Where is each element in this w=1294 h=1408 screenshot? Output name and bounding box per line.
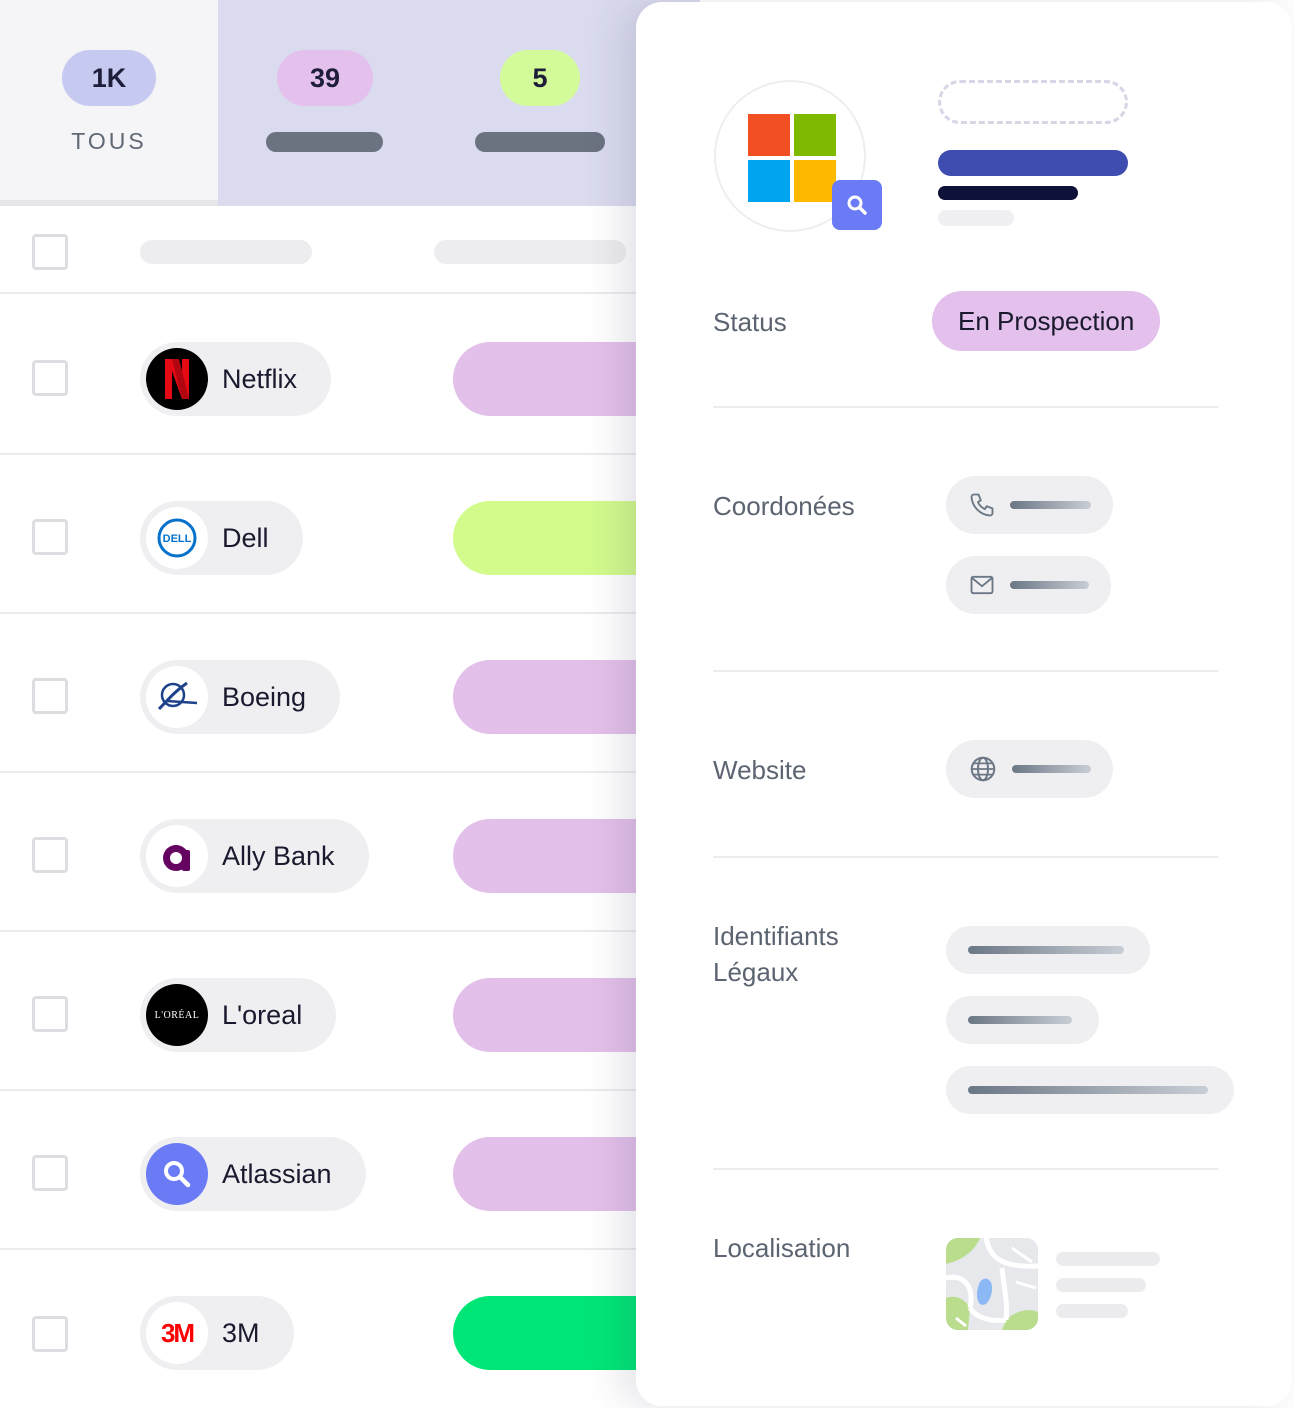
company-detail-panel: Status En Prospection Coordonées Website… [636, 2, 1292, 1406]
table-row[interactable]: Netflix [0, 296, 713, 455]
row-checkbox[interactable] [32, 996, 68, 1032]
ally-logo-icon [146, 825, 208, 887]
phone-icon [970, 493, 994, 517]
tab-3-count[interactable]: 5 [500, 50, 580, 106]
table-row[interactable]: 3M 3M [0, 1250, 713, 1408]
loreal-logo-text: L'ORÉAL [154, 1009, 200, 1021]
company-chip[interactable]: Boeing [140, 660, 341, 734]
svg-text:DELL: DELL [163, 533, 192, 545]
company-chip[interactable]: DELL Dell [140, 501, 303, 575]
company-chip[interactable]: L'ORÉAL L'oreal [140, 978, 337, 1052]
tag-placeholder[interactable] [938, 80, 1128, 124]
email-value-placeholder [1010, 581, 1089, 589]
select-all-checkbox[interactable] [32, 234, 68, 270]
tab-all-label: TOUS [71, 128, 147, 154]
row-checkbox[interactable] [32, 678, 68, 714]
column-header-placeholder [434, 240, 626, 264]
globe-icon [970, 756, 996, 782]
mail-icon [970, 575, 994, 595]
company-subtitle-placeholder [938, 186, 1078, 200]
legal-id-field[interactable] [946, 1066, 1234, 1114]
divider [713, 406, 1218, 408]
table-row[interactable]: Ally Bank [0, 773, 713, 932]
row-checkbox[interactable] [32, 360, 68, 396]
map-icon[interactable] [946, 1238, 1038, 1330]
divider [713, 670, 1218, 672]
3m-logo-icon: 3M [146, 1302, 208, 1364]
company-name: Ally Bank [222, 840, 335, 871]
boeing-logo-icon [146, 666, 208, 728]
row-checkbox[interactable] [32, 837, 68, 873]
crm-view: 1K TOUS 39 5 Netflix DELL Dell Boeing Al… [0, 0, 1294, 1408]
table-row[interactable]: Boeing [0, 614, 713, 773]
address-line-placeholder [1056, 1278, 1146, 1292]
column-header-placeholder [140, 240, 312, 264]
legal-id-value-placeholder [968, 1016, 1072, 1024]
phone-field[interactable] [946, 476, 1113, 534]
legal-ids-label-line-1: Identifiants [713, 921, 839, 951]
website-field[interactable] [946, 740, 1113, 798]
company-name: Dell [222, 522, 269, 553]
table-header [0, 206, 700, 294]
row-checkbox[interactable] [32, 1316, 68, 1352]
legal-ids-label-line-2: Légaux [713, 957, 799, 987]
contact-label: Coordonées [713, 491, 855, 521]
row-checkbox[interactable] [32, 1155, 68, 1191]
search-icon[interactable] [832, 180, 882, 230]
legal-id-value-placeholder [968, 946, 1124, 954]
table-row[interactable]: DELL Dell [0, 455, 713, 614]
location-label: Localisation [713, 1233, 851, 1263]
email-field[interactable] [946, 556, 1111, 614]
company-chip[interactable]: 3M 3M [140, 1296, 294, 1370]
website-label: Website [713, 755, 807, 785]
company-list: 1K TOUS 39 5 Netflix DELL Dell Boeing Al… [0, 0, 713, 1408]
tab-all-count: 1K [62, 50, 156, 106]
microsoft-logo-icon [748, 114, 836, 202]
netflix-logo-icon [146, 348, 208, 410]
3m-logo-text: 3M [160, 1317, 195, 1348]
loreal-logo-icon: L'ORÉAL [146, 984, 208, 1046]
phone-value-placeholder [1010, 501, 1091, 509]
legal-ids-label: Identifiants Légaux [713, 918, 839, 990]
row-checkbox[interactable] [32, 519, 68, 555]
website-value-placeholder [1012, 765, 1091, 773]
tab-3-label-placeholder [475, 132, 605, 152]
company-meta-placeholder [938, 210, 1014, 226]
company-chip[interactable]: Atlassian [140, 1137, 366, 1211]
divider [713, 856, 1218, 858]
address-line-placeholder [1056, 1252, 1160, 1266]
table-row[interactable]: Atlassian [0, 1091, 713, 1250]
legal-id-field[interactable] [946, 996, 1099, 1044]
status-badge[interactable]: En Prospection [932, 291, 1161, 351]
company-name: L'oreal [222, 999, 303, 1030]
company-name: Netflix [222, 363, 298, 394]
legal-id-value-placeholder [968, 1086, 1208, 1094]
company-name: Atlassian [222, 1158, 332, 1189]
search-icon [146, 1143, 208, 1205]
company-chip[interactable]: Ally Bank [140, 819, 369, 893]
legal-id-field[interactable] [946, 926, 1150, 974]
company-title-placeholder [938, 150, 1128, 176]
tab-2-label-placeholder [266, 132, 383, 152]
status-label: Status [713, 307, 787, 337]
filter-tabs: 1K TOUS 39 5 [0, 0, 700, 206]
table-row[interactable]: L'ORÉAL L'oreal [0, 932, 713, 1091]
company-chip[interactable]: Netflix [140, 342, 332, 416]
address-line-placeholder [1056, 1304, 1128, 1318]
tab-2-count[interactable]: 39 [277, 50, 373, 106]
divider [713, 1168, 1218, 1170]
company-name: Boeing [222, 681, 307, 712]
dell-logo-icon: DELL [146, 507, 208, 569]
company-name: 3M [222, 1317, 260, 1348]
